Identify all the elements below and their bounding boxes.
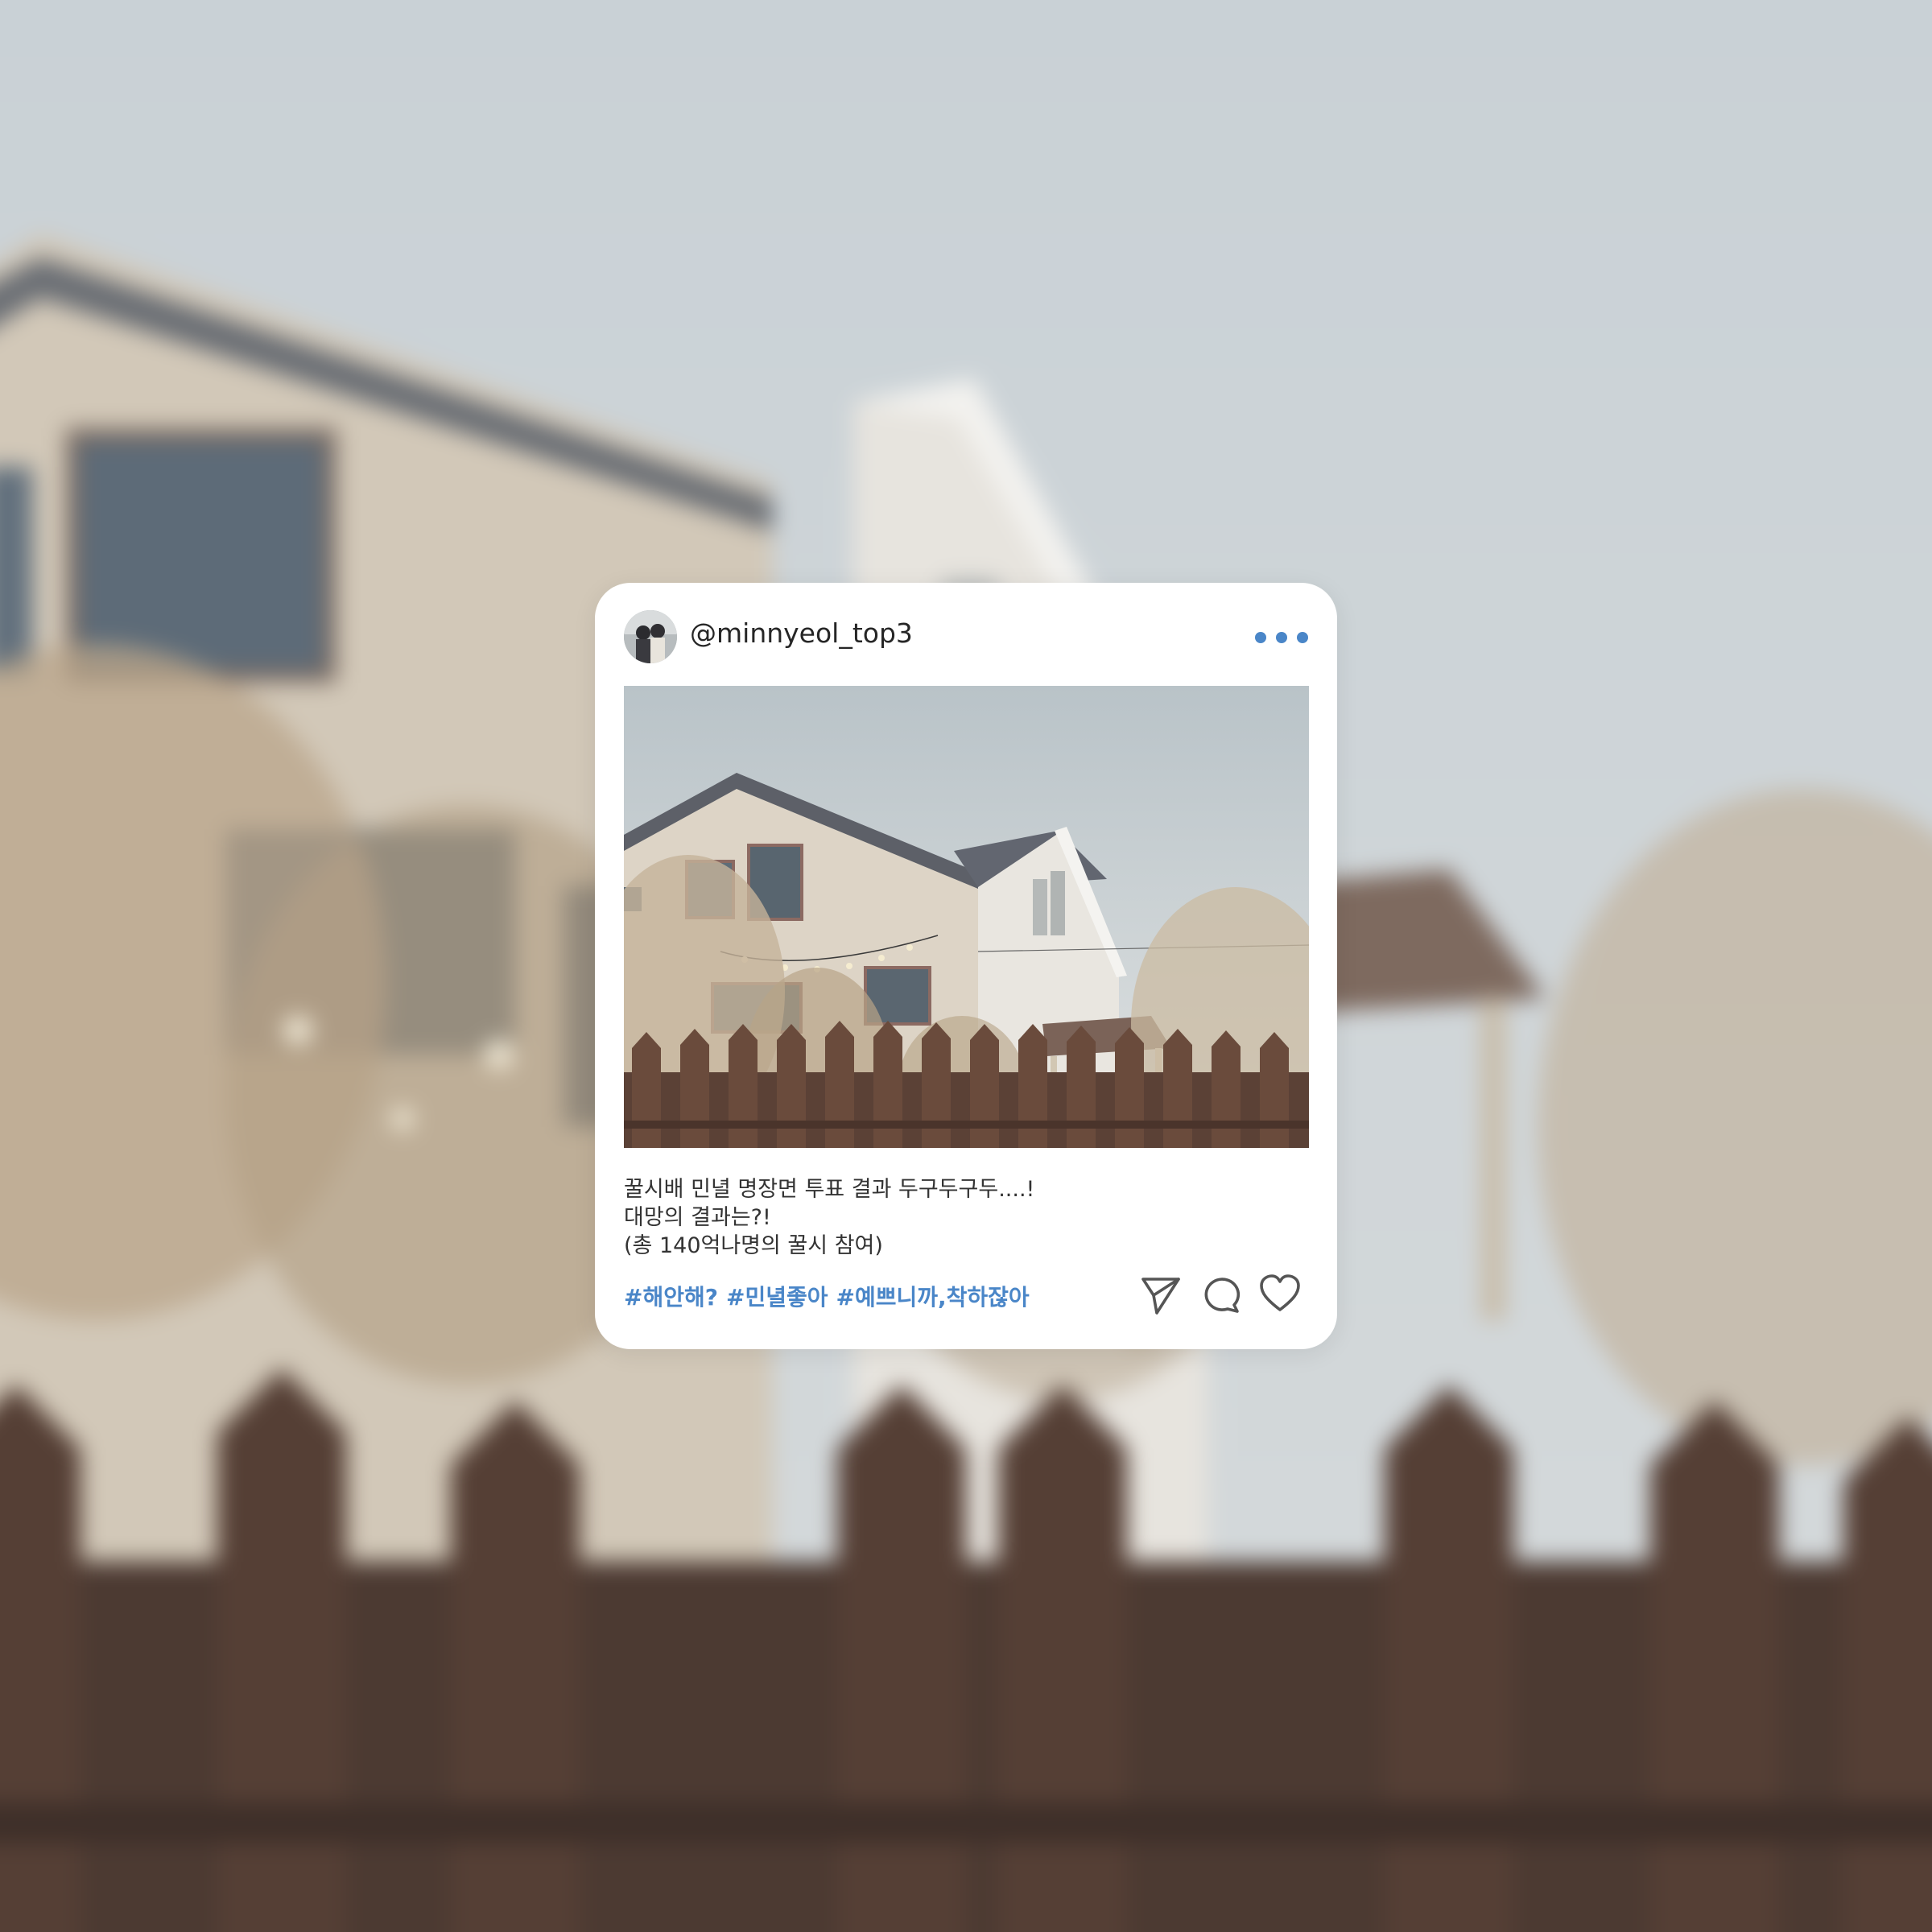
hashtag-link[interactable]: #예쁘니까,착하잖아 (836, 1280, 1030, 1312)
more-dot (1297, 632, 1308, 643)
caption-line-2: 대망의 결과는?! (624, 1205, 771, 1230)
post-caption: 꿀시배 민녈 명장면 투표 결과 두구두구두....! 대망의 결과는?! (총… (624, 1175, 1268, 1260)
post-actions (1139, 1272, 1302, 1317)
caption-line-3: (총 140억나명의 꿀시 참여) (624, 1233, 883, 1258)
comment-icon[interactable] (1199, 1273, 1242, 1316)
post-header: @minnyeol_top3 (624, 610, 1308, 665)
more-horizontal-icon (1255, 632, 1266, 643)
send-icon[interactable] (1139, 1273, 1183, 1316)
heart-icon[interactable] (1258, 1273, 1302, 1316)
username[interactable]: @minnyeol_top3 (690, 617, 913, 651)
caption-line-1: 꿀시배 민녈 명장면 투표 결과 두구두구두....! (624, 1177, 1035, 1202)
post-card: @minnyeol_top3 꿀시배 민녈 명장면 투표 결과 두구두구두...… (595, 583, 1337, 1349)
hashtag-list: #해안해? #민녈좋아 #예쁘니까,착하잖아 (624, 1280, 1030, 1312)
avatar[interactable] (624, 610, 677, 663)
post-image[interactable] (624, 686, 1309, 1148)
hashtag-link[interactable]: #민녈좋아 (726, 1280, 828, 1312)
more-options-button[interactable] (1255, 626, 1308, 649)
hashtag-link[interactable]: #해안해? (624, 1280, 718, 1312)
more-dot (1276, 632, 1287, 643)
